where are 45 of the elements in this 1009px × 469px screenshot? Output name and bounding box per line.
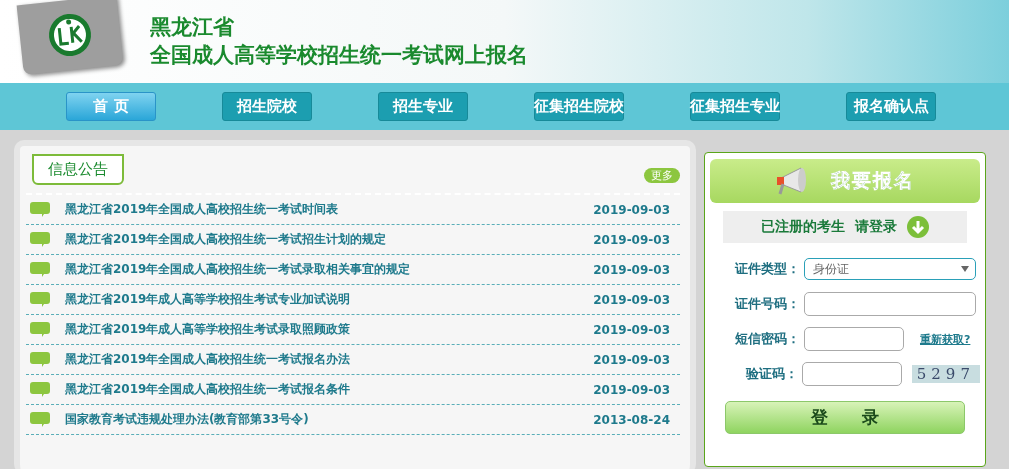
province-title: 黑龙江省 xyxy=(150,14,235,40)
speech-bubble-icon xyxy=(30,261,50,278)
speech-bubble-icon xyxy=(30,231,50,248)
resend-link[interactable]: 重新获取? xyxy=(920,331,971,347)
notice-link[interactable]: 黑龙江省2019年全国成人高校招生统一考试招生计划的规定 xyxy=(65,231,594,248)
notice-link[interactable]: 黑龙江省2019年全国成人高校招生统一考试时间表 xyxy=(65,201,594,218)
dropdown-arrow-icon xyxy=(961,266,969,272)
notice-date: 2019-09-03 xyxy=(593,382,670,397)
captcha-image: 5297 xyxy=(911,365,980,383)
field-label: 证件类型： xyxy=(733,260,800,278)
notice-date: 2019-09-03 xyxy=(593,322,670,337)
notice-date: 2019-09-03 xyxy=(593,292,670,307)
speech-bubble-icon xyxy=(30,351,50,368)
login-hint: 已注册的考生 请登录 xyxy=(761,218,897,236)
field-label: 短信密码： xyxy=(734,330,800,348)
notice-date: 2019-09-03 xyxy=(593,352,670,367)
notice-link[interactable]: 黑龙江省2019年成人高等学校招生考试录取照顾政策 xyxy=(65,321,594,338)
notice-link[interactable]: 黑龙江省2019年成人高等学校招生考试专业加试说明 xyxy=(65,291,594,308)
nav-tab[interactable]: 招生院校 xyxy=(222,92,312,121)
notice-link[interactable]: 国家教育考试违规处理办法(教育部第33号令) xyxy=(65,411,594,428)
field-label: 验证码： xyxy=(744,365,798,383)
site-title: 全国成人高等学校招生统一考试网上报名 xyxy=(150,42,528,69)
input-field[interactable] xyxy=(804,292,976,316)
login-button[interactable]: 登 录 xyxy=(725,401,965,434)
id-type-select[interactable]: 身份证 xyxy=(804,258,976,280)
notice-date: 2019-09-03 xyxy=(593,202,670,217)
notice-link[interactable]: 黑龙江省2019年全国成人高校招生统一考试报名办法 xyxy=(65,351,594,368)
register-title: 我要报名 xyxy=(831,168,915,193)
speech-bubble-icon xyxy=(30,201,50,218)
nav-tab[interactable]: 招生专业 xyxy=(378,92,468,121)
speech-bubble-icon xyxy=(30,381,50,398)
nav-tab[interactable]: 征集招生院校 xyxy=(534,92,624,121)
speech-bubble-icon xyxy=(30,291,50,308)
notice-date: 2013-08-24 xyxy=(593,412,670,427)
notice-link[interactable]: 黑龙江省2019年全国成人高校招生统一考试录取相关事宜的规定 xyxy=(65,261,594,278)
field-label: 证件号码： xyxy=(733,295,800,313)
nav-tab[interactable]: 报名确认点 xyxy=(846,92,936,121)
notice-link[interactable]: 黑龙江省2019年全国成人高校招生统一考试报名条件 xyxy=(65,381,594,398)
input-field[interactable] xyxy=(804,327,904,351)
notice-date: 2019-09-03 xyxy=(593,232,670,247)
input-field[interactable] xyxy=(801,362,902,386)
nav-tab[interactable]: 征集招生专业 xyxy=(690,92,780,121)
speech-bubble-icon xyxy=(30,411,50,428)
notice-date: 2019-09-03 xyxy=(593,262,670,277)
speech-bubble-icon xyxy=(30,321,50,338)
